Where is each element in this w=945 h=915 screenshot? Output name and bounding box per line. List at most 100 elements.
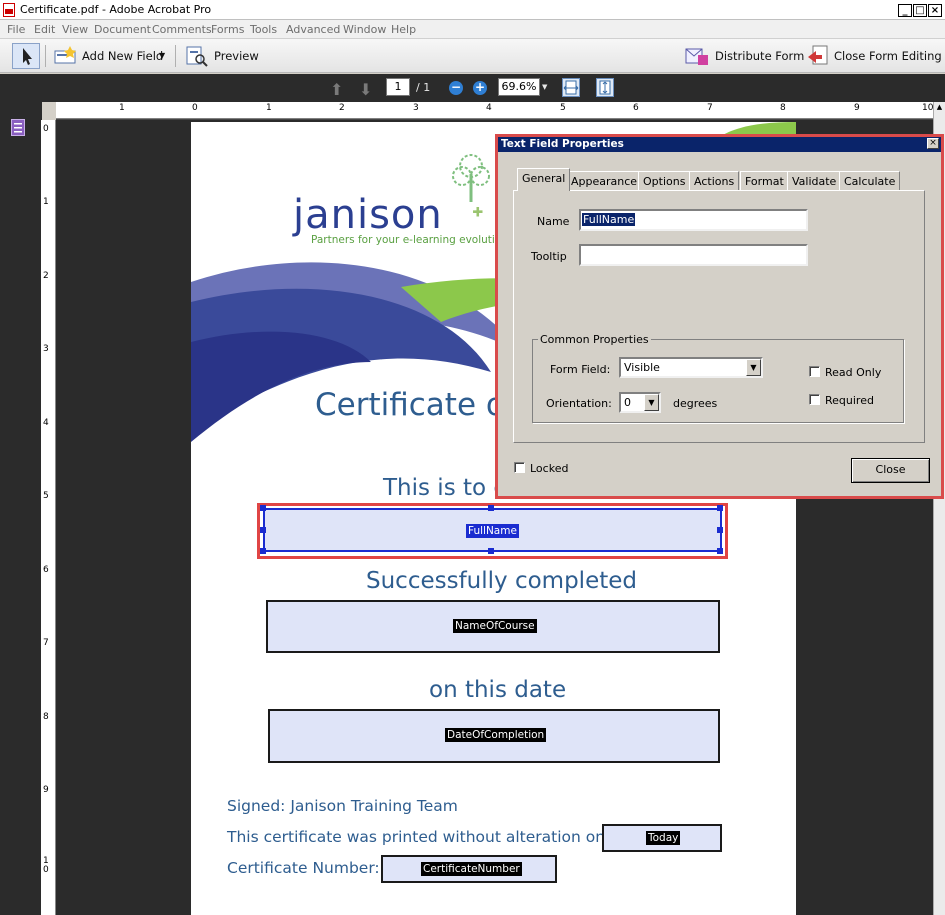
- maximize-button[interactable]: □: [913, 4, 927, 17]
- name-input[interactable]: FullName: [579, 209, 808, 231]
- form-field-value: Visible: [624, 361, 660, 374]
- close-form-editing-button[interactable]: Close Form Editing: [834, 49, 942, 63]
- minimize-button[interactable]: _: [898, 4, 912, 17]
- certificate-heading: Certificate of: [315, 387, 516, 423]
- zoom-out-icon[interactable]: −: [449, 81, 463, 95]
- ruler-label: 1 0: [43, 856, 49, 875]
- janison-logo-text: janison: [293, 192, 443, 238]
- zoom-dropdown-chevron-icon[interactable]: ▼: [542, 83, 547, 91]
- ruler-label: 10: [922, 103, 934, 113]
- close-button[interactable]: Close: [851, 458, 930, 483]
- tooltip-input[interactable]: [579, 244, 808, 266]
- menu-document[interactable]: Document: [94, 23, 151, 36]
- vertical-ruler: 0 1 2 3 4 5 6 7 8 9 1 0: [41, 120, 56, 915]
- tab-general[interactable]: General: [517, 168, 571, 191]
- resize-handle[interactable]: [717, 527, 723, 533]
- page-total: / 1: [416, 81, 431, 94]
- menu-edit[interactable]: Edit: [34, 23, 55, 36]
- navigation-pane: [0, 102, 42, 915]
- menu-file[interactable]: File: [7, 23, 25, 36]
- ruler-label: 2: [43, 271, 49, 281]
- fit-width-icon[interactable]: [562, 78, 580, 97]
- fit-page-icon[interactable]: [596, 78, 614, 97]
- close-form-editing-icon[interactable]: [806, 44, 830, 68]
- printed-line: This certificate was printed without alt…: [227, 828, 611, 846]
- tab-format[interactable]: Format: [740, 171, 789, 191]
- dialog-title-bar: Text Field Properties ×: [498, 137, 941, 152]
- logo-tagline: Partners for your e-learning evolution: [311, 234, 508, 246]
- course-form-field[interactable]: NameOfCourse: [266, 600, 720, 653]
- preview-button[interactable]: Preview: [214, 49, 259, 63]
- form-field-select[interactable]: Visible ▼: [619, 357, 763, 378]
- add-field-icon[interactable]: [53, 45, 79, 67]
- menu-advanced[interactable]: Advanced: [286, 23, 340, 36]
- select-tool-button[interactable]: [12, 43, 40, 69]
- read-only-checkbox[interactable]: [809, 366, 820, 377]
- orientation-value: 0: [624, 396, 631, 409]
- menu-help[interactable]: Help: [391, 23, 416, 36]
- ruler-label: 4: [486, 103, 492, 113]
- today-form-field[interactable]: Today: [602, 824, 722, 852]
- cert-number-form-field[interactable]: CertificateNumber: [381, 855, 557, 883]
- scroll-up-icon[interactable]: ▲: [935, 103, 944, 115]
- fields-panel-icon[interactable]: [11, 119, 25, 136]
- toolbar-separator: [175, 45, 176, 67]
- dialog-title: Text Field Properties: [501, 138, 624, 150]
- required-checkbox[interactable]: [809, 394, 820, 405]
- ruler-label: 9: [43, 785, 49, 795]
- tab-calculate[interactable]: Calculate: [839, 171, 901, 191]
- date-field-label: DateOfCompletion: [445, 728, 547, 742]
- resize-handle[interactable]: [260, 548, 266, 554]
- arrow-cursor-icon: [23, 48, 32, 65]
- ruler-label: 2: [339, 103, 345, 113]
- page-number-input[interactable]: 1: [386, 78, 410, 96]
- ruler-label: 8: [43, 712, 49, 722]
- menu-view[interactable]: View: [62, 23, 88, 36]
- ruler-label: 7: [43, 638, 49, 648]
- resize-handle[interactable]: [260, 527, 266, 533]
- locked-checkbox[interactable]: [514, 462, 525, 473]
- ruler-label: 9: [854, 103, 860, 113]
- distribute-form-icon[interactable]: [684, 45, 710, 67]
- orientation-select[interactable]: 0 ▼: [619, 392, 661, 413]
- ruler-label: 7: [707, 103, 713, 113]
- page-navigation-bar: ⬆ ⬇ 1 / 1 − + 69.6% ▼: [0, 74, 945, 102]
- read-only-label: Read Only: [825, 366, 882, 379]
- next-page-icon[interactable]: ⬇: [359, 80, 372, 99]
- tab-options[interactable]: Options: [638, 171, 691, 191]
- chevron-down-icon[interactable]: ▼: [159, 51, 165, 60]
- resize-handle[interactable]: [717, 505, 723, 511]
- close-window-button[interactable]: ×: [928, 4, 942, 17]
- date-form-field[interactable]: DateOfCompletion: [268, 709, 720, 763]
- distribute-form-button[interactable]: Distribute Form: [715, 49, 804, 63]
- menu-window[interactable]: Window: [343, 23, 386, 36]
- resize-handle[interactable]: [260, 505, 266, 511]
- resize-handle[interactable]: [488, 548, 494, 554]
- resize-handle[interactable]: [717, 548, 723, 554]
- ruler-label: 1: [119, 103, 125, 113]
- menu-comments[interactable]: Comments: [152, 23, 212, 36]
- forms-toolbar: Add New Field ▼ Preview Distribute Form …: [0, 39, 945, 73]
- chevron-down-icon[interactable]: ▼: [644, 394, 659, 411]
- menu-tools[interactable]: Tools: [250, 23, 277, 36]
- common-properties-label: Common Properties: [538, 333, 651, 346]
- window-title: Certificate.pdf - Adobe Acrobat Pro: [20, 3, 212, 16]
- ruler-label: 8: [780, 103, 786, 113]
- tab-appearance[interactable]: Appearance: [566, 171, 643, 191]
- tab-validate[interactable]: Validate: [787, 171, 842, 191]
- previous-page-icon[interactable]: ⬆: [330, 80, 343, 99]
- ruler-label: 5: [43, 491, 49, 501]
- zoom-level-input[interactable]: 69.6%: [498, 78, 540, 96]
- zoom-in-icon[interactable]: +: [473, 81, 487, 95]
- signed-line: Signed: Janison Training Team: [227, 797, 458, 815]
- today-field-label: Today: [646, 831, 681, 845]
- resize-handle[interactable]: [488, 505, 494, 511]
- add-new-field-button[interactable]: Add New Field: [82, 49, 163, 63]
- chevron-down-icon[interactable]: ▼: [746, 359, 761, 376]
- text-field-properties-dialog: Text Field Properties × General Appearan…: [495, 134, 944, 499]
- menu-forms[interactable]: Forms: [211, 23, 244, 36]
- preview-icon[interactable]: [185, 45, 209, 67]
- tab-actions[interactable]: Actions: [689, 171, 740, 191]
- dialog-close-icon[interactable]: ×: [927, 138, 939, 149]
- fullname-form-field[interactable]: FullName: [263, 508, 722, 552]
